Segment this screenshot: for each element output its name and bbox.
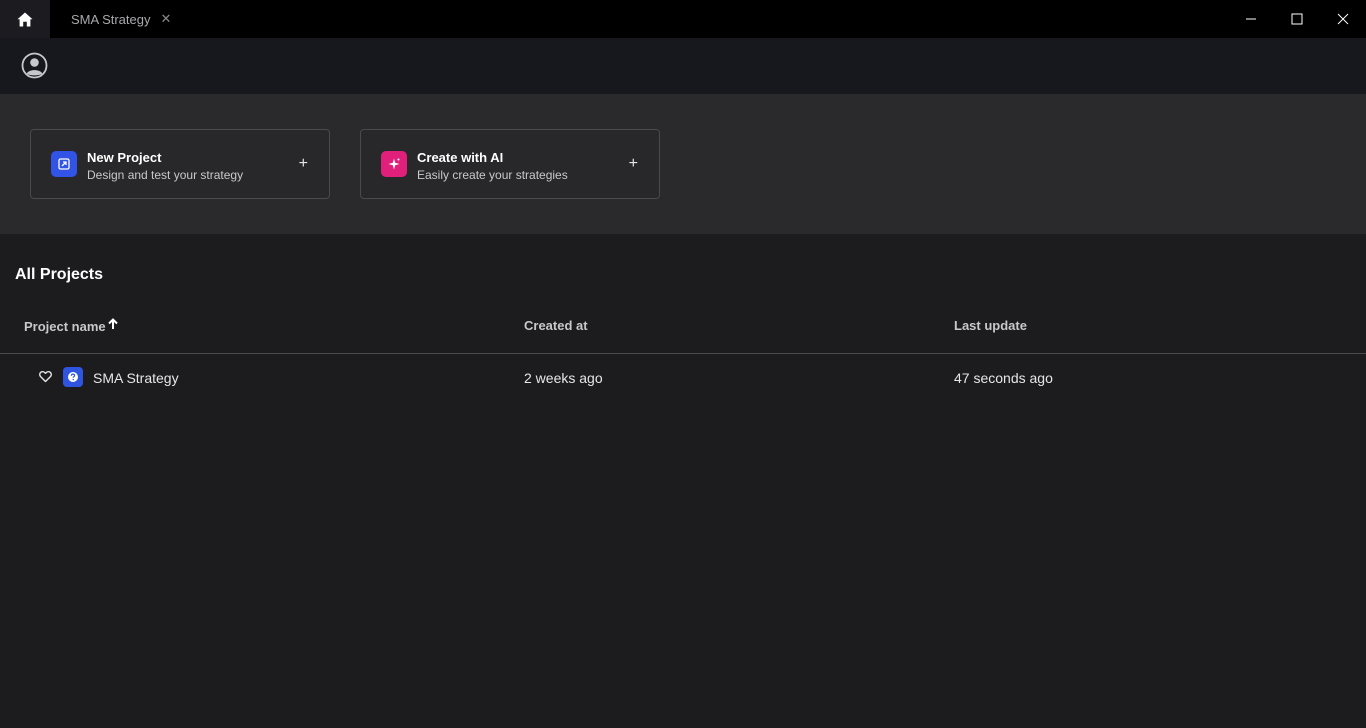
- card-subtitle: Easily create your strategies: [417, 168, 568, 182]
- new-project-card[interactable]: New Project Design and test your strateg…: [30, 129, 330, 199]
- title-bar: SMA Strategy ✕: [0, 0, 1366, 38]
- plus-icon[interactable]: +: [629, 154, 638, 174]
- sparkle-icon: [381, 151, 407, 177]
- avatar[interactable]: [21, 52, 48, 79]
- column-header-created-at[interactable]: Created at: [524, 318, 588, 333]
- minimize-button[interactable]: [1228, 0, 1274, 38]
- last-update: 47 seconds ago: [954, 370, 1053, 386]
- plus-icon[interactable]: +: [299, 154, 308, 174]
- column-header-project-name[interactable]: Project name: [24, 318, 118, 334]
- home-icon: [17, 12, 33, 26]
- card-subtitle: Design and test your strategy: [87, 168, 244, 182]
- tab-sma-strategy[interactable]: SMA Strategy ✕: [50, 0, 180, 38]
- external-link-icon: [51, 151, 77, 177]
- header-bar: [0, 38, 1366, 94]
- close-icon: [1337, 13, 1349, 25]
- home-tab[interactable]: [0, 0, 50, 38]
- card-title: New Project: [87, 150, 162, 165]
- quick-actions-section: New Project Design and test your strateg…: [0, 94, 1366, 234]
- minimize-icon: [1246, 18, 1256, 20]
- section-title: All Projects: [15, 266, 104, 283]
- tab-close-icon[interactable]: ✕: [160, 11, 171, 27]
- heart-icon[interactable]: [39, 370, 52, 383]
- column-label: Project name: [24, 319, 106, 334]
- arrow-up-icon: [107, 318, 118, 329]
- close-window-button[interactable]: [1320, 0, 1366, 38]
- card-title: Create with AI: [417, 150, 504, 165]
- project-name[interactable]: SMA Strategy: [93, 370, 179, 386]
- created-at: 2 weeks ago: [524, 370, 603, 386]
- project-icon: [63, 367, 83, 387]
- tab-label: SMA Strategy: [71, 11, 151, 27]
- user-circle-icon: [21, 52, 48, 79]
- maximize-button[interactable]: [1274, 0, 1320, 38]
- maximize-icon: [1291, 13, 1303, 25]
- create-with-ai-card[interactable]: Create with AI Easily create your strate…: [360, 129, 660, 199]
- column-header-last-update[interactable]: Last update: [954, 318, 1027, 333]
- table-row[interactable]: SMA Strategy 2 weeks ago 47 seconds ago: [0, 354, 1366, 401]
